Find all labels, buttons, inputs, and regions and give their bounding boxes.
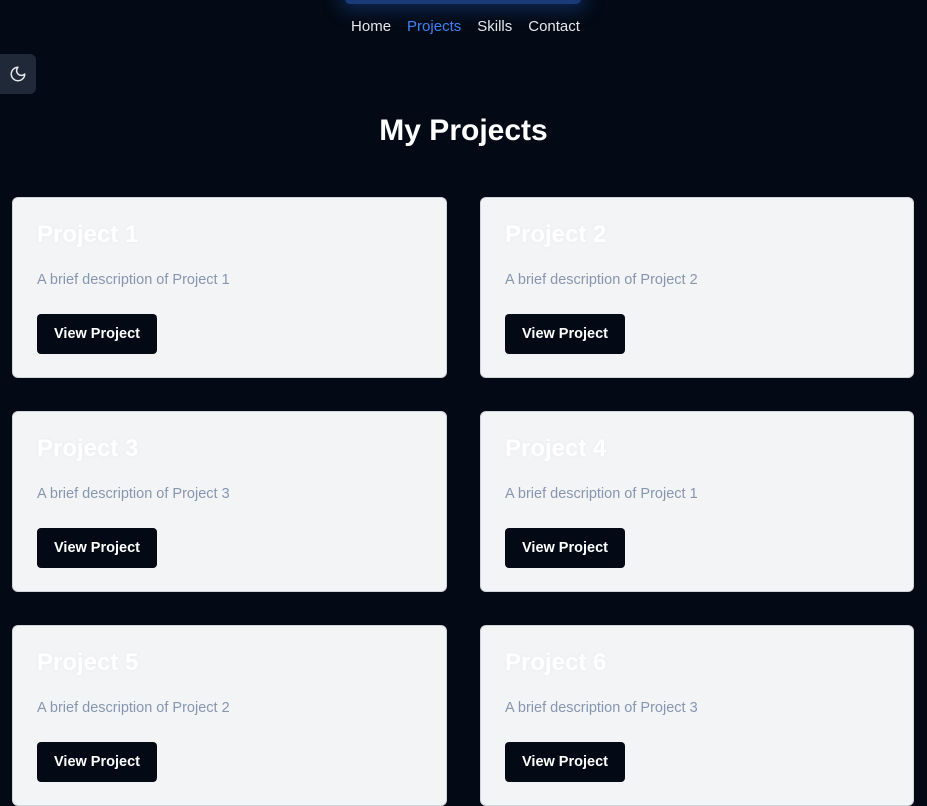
project-title: Project 6	[505, 649, 607, 676]
project-title: Project 2	[505, 221, 607, 248]
project-title: Project 5	[37, 649, 139, 676]
nav-link-projects[interactable]: Projects	[407, 18, 461, 36]
project-card: Project 5 A brief description of Project…	[12, 625, 447, 806]
view-project-button[interactable]: View Project	[505, 742, 625, 782]
project-card: Project 6 A brief description of Project…	[480, 625, 914, 806]
nav-link-skills[interactable]: Skills	[477, 18, 512, 36]
nav-glow	[345, 0, 581, 4]
view-project-button[interactable]: View Project	[505, 314, 625, 354]
project-card: Project 4 A brief description of Project…	[480, 411, 914, 592]
project-description: A brief description of Project 1	[37, 272, 230, 288]
projects-grid: Project 1 A brief description of Project…	[12, 197, 914, 806]
moon-icon	[10, 66, 26, 82]
project-description: A brief description of Project 2	[37, 700, 230, 716]
view-project-button[interactable]: View Project	[37, 314, 157, 354]
project-description: A brief description of Project 1	[505, 486, 698, 502]
nav-link-home[interactable]: Home	[351, 18, 391, 36]
main-nav: Home Projects Skills Contact	[0, 18, 927, 36]
project-card: Project 2 A brief description of Project…	[480, 197, 914, 378]
project-title: Project 4	[505, 435, 607, 462]
nav-link-contact[interactable]: Contact	[528, 18, 580, 36]
project-title: Project 3	[37, 435, 139, 462]
project-description: A brief description of Project 2	[505, 272, 698, 288]
project-title: Project 1	[37, 221, 139, 248]
page-title: My Projects	[379, 114, 548, 147]
view-project-button[interactable]: View Project	[505, 528, 625, 568]
view-project-button[interactable]: View Project	[37, 528, 157, 568]
theme-toggle-button[interactable]	[0, 54, 36, 94]
project-card: Project 1 A brief description of Project…	[12, 197, 447, 378]
project-card: Project 3 A brief description of Project…	[12, 411, 447, 592]
view-project-button[interactable]: View Project	[37, 742, 157, 782]
project-description: A brief description of Project 3	[505, 700, 698, 716]
project-description: A brief description of Project 3	[37, 486, 230, 502]
